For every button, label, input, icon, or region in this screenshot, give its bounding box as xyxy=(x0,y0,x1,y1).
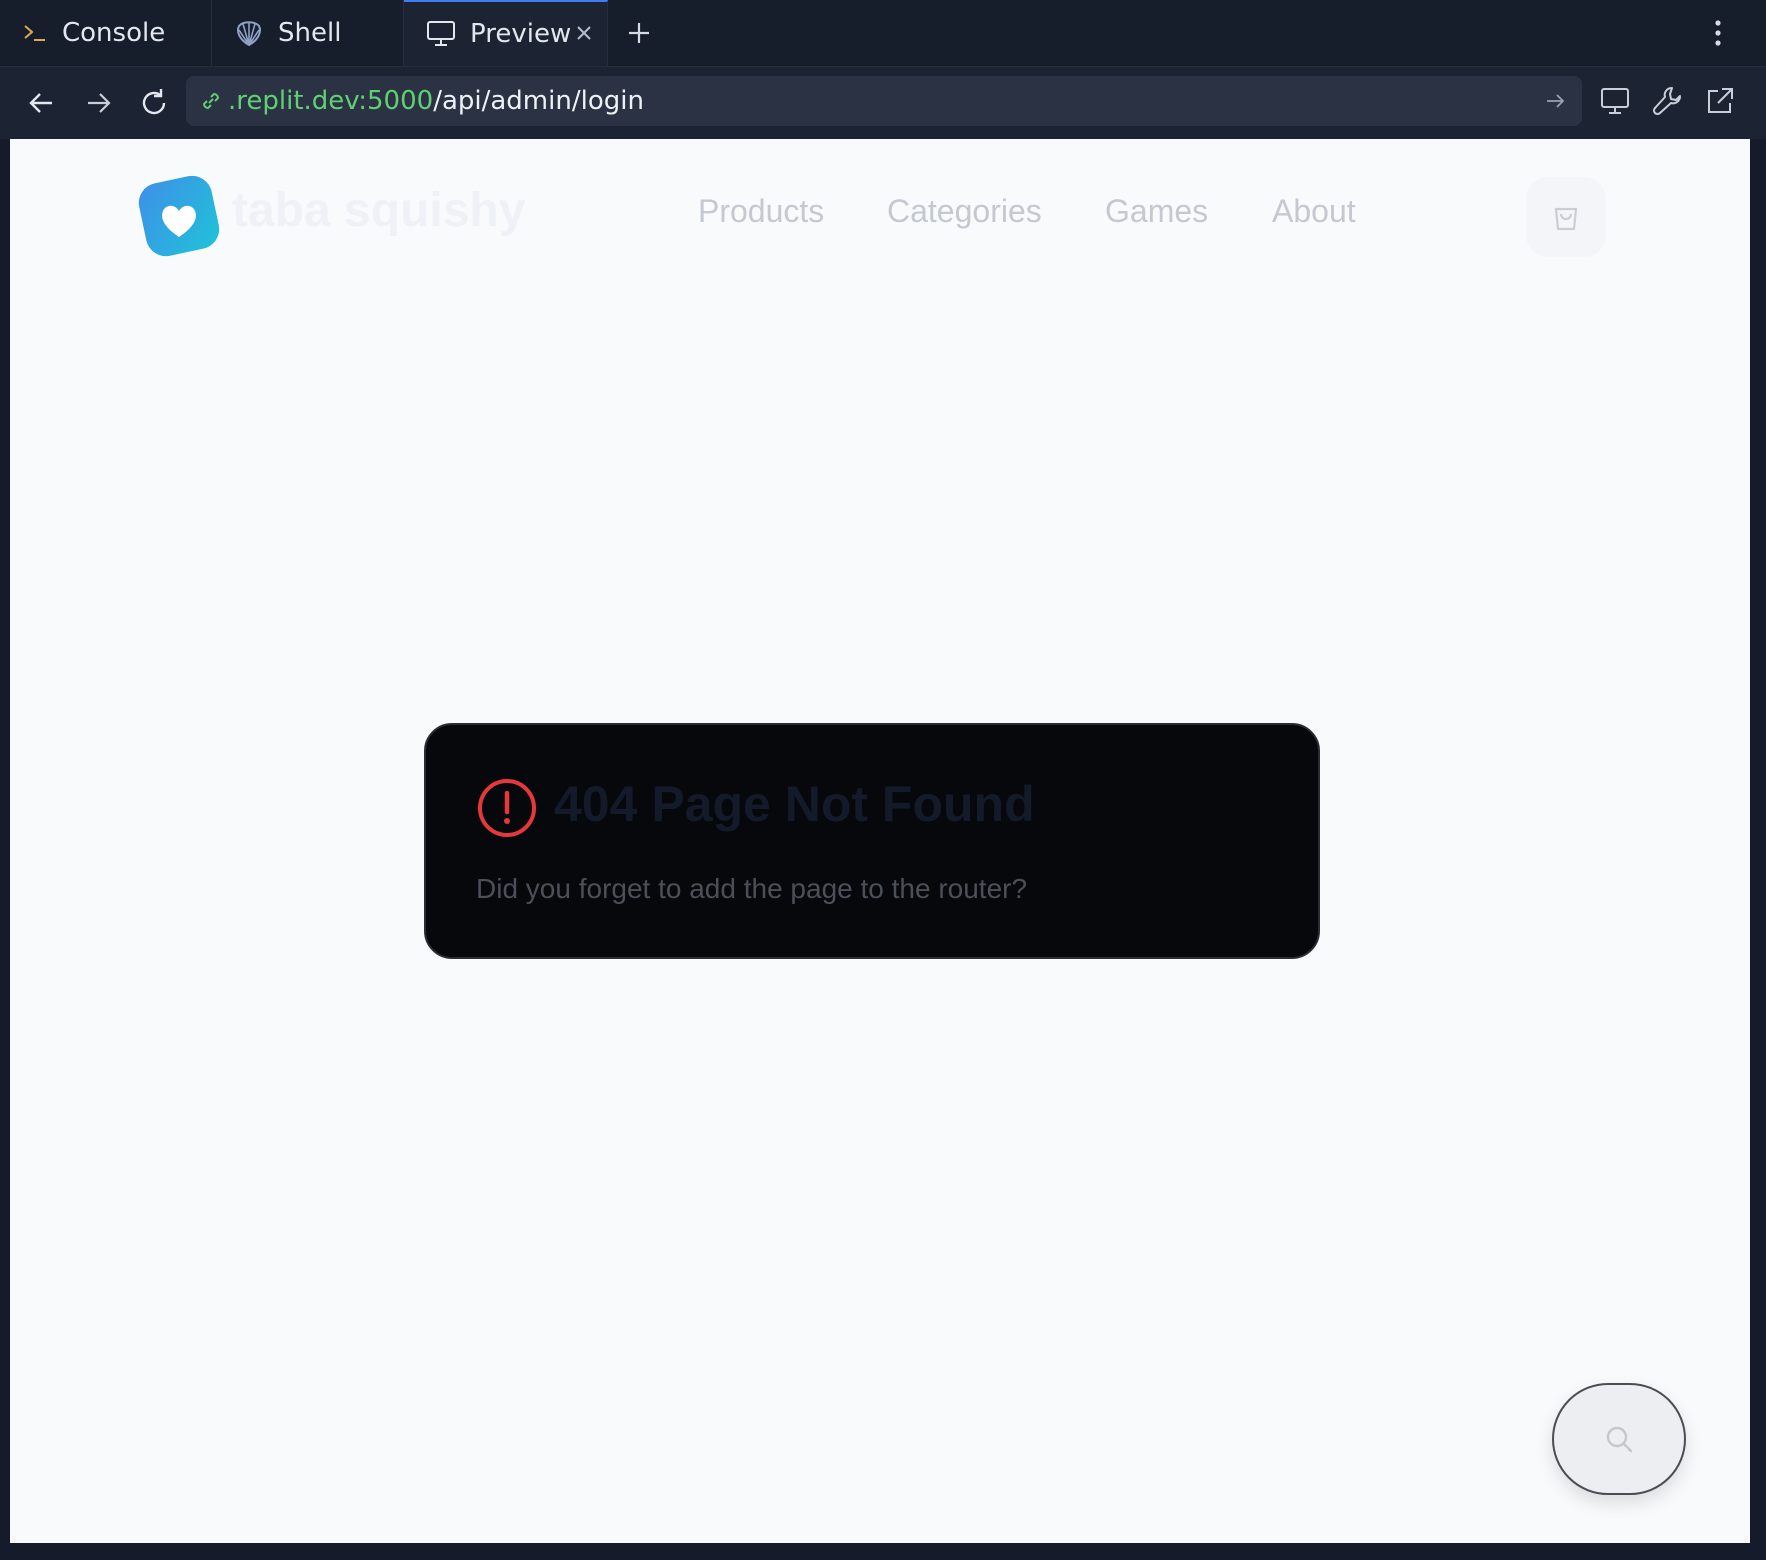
devtools-wrench-icon[interactable] xyxy=(1650,83,1686,119)
url-host: .replit.dev:5000 xyxy=(228,86,434,116)
forward-arrow-icon[interactable] xyxy=(80,85,116,121)
alert-circle-icon xyxy=(478,779,536,837)
heart-logo-icon[interactable] xyxy=(130,167,228,265)
url-path: /api/admin/login xyxy=(433,86,644,116)
error-title: 404 Page Not Found xyxy=(554,776,1035,832)
tab-preview-label: Preview xyxy=(470,19,572,49)
error-message: Did you forget to add the page to the ro… xyxy=(476,873,1028,904)
not-found-card: 404 Page Not Found Did you forget to add… xyxy=(424,723,1320,959)
cart-button[interactable] xyxy=(1526,177,1606,257)
nav-about[interactable]: About xyxy=(1272,193,1356,230)
open-external-icon[interactable] xyxy=(1702,83,1738,119)
nav-products[interactable]: Products xyxy=(698,193,824,230)
monitor-icon xyxy=(427,21,455,46)
workspace-tab-bar: Console Shell Preview xyxy=(0,0,1766,67)
back-arrow-icon[interactable] xyxy=(24,85,60,121)
shopping-bag-icon xyxy=(1554,207,1578,231)
site-brand[interactable]: taba squishy xyxy=(232,183,525,238)
tab-preview[interactable]: Preview xyxy=(404,0,608,66)
tab-shell-label: Shell xyxy=(278,18,342,48)
tab-shell[interactable]: Shell xyxy=(212,0,404,66)
window-bottom-edge xyxy=(0,1543,1766,1560)
close-tab-icon[interactable] xyxy=(571,20,597,46)
search-icon xyxy=(1606,1426,1633,1453)
go-arrow-icon[interactable] xyxy=(1542,88,1568,114)
more-options-icon[interactable] xyxy=(1710,18,1726,48)
preview-viewport: taba squishy Products Categories Games A… xyxy=(10,139,1750,1543)
devices-icon[interactable] xyxy=(1598,83,1634,119)
nav-games[interactable]: Games xyxy=(1105,193,1208,230)
nav-categories[interactable]: Categories xyxy=(887,193,1042,230)
url-bar[interactable]: .replit.dev:5000/api/admin/login xyxy=(186,76,1582,126)
link-icon xyxy=(202,92,220,110)
search-button[interactable] xyxy=(1552,1383,1686,1495)
new-tab-plus-icon[interactable] xyxy=(624,18,654,48)
terminal-icon xyxy=(24,25,45,41)
browser-toolbar: .replit.dev:5000/api/admin/login xyxy=(0,67,1766,139)
tab-console[interactable]: Console xyxy=(0,0,212,66)
shell-icon xyxy=(237,21,261,47)
reload-icon[interactable] xyxy=(136,85,172,121)
tab-console-label: Console xyxy=(62,18,166,48)
